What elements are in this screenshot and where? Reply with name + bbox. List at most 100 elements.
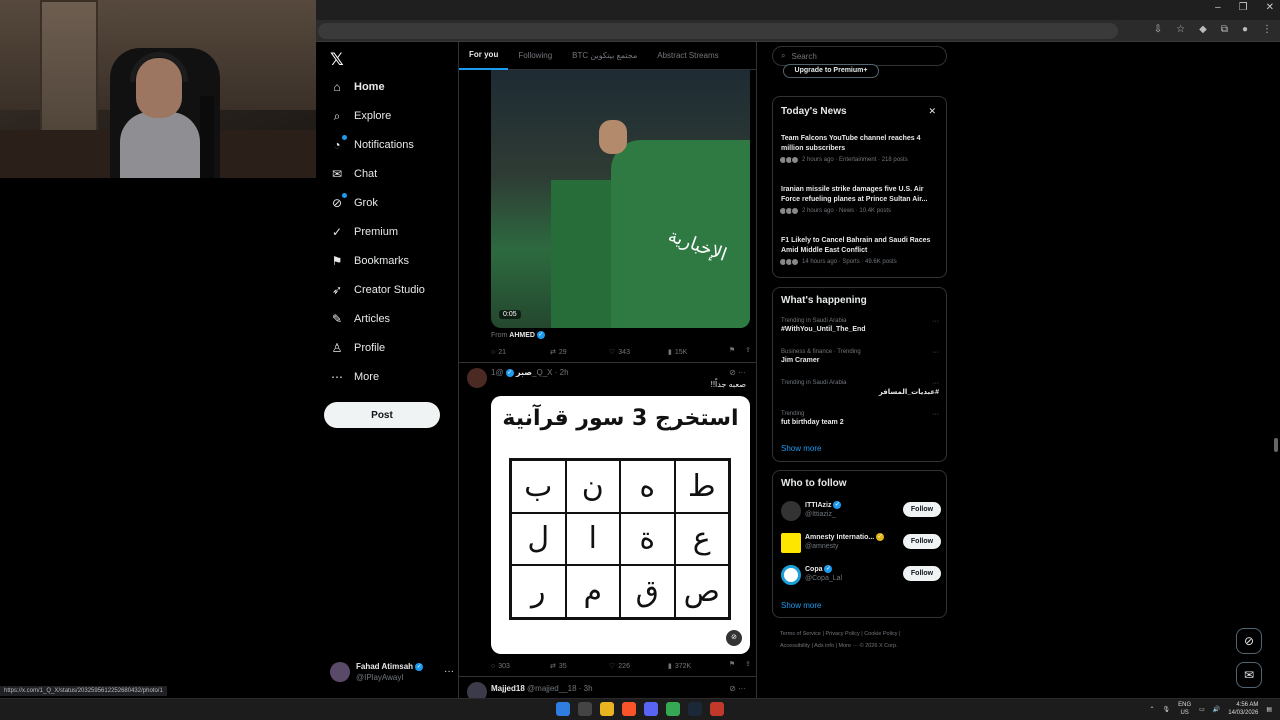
tweet-more-icon[interactable]: ··· [738,368,746,377]
repost-button[interactable]: ⇄ 35 [550,660,609,672]
reply-button[interactable]: ○ 21 [491,346,550,358]
nav-articles[interactable]: ✎ Articles [330,312,390,326]
star-icon[interactable]: ☆ [1176,24,1185,35]
reply-button[interactable]: ○ 303 [491,660,550,672]
post-button[interactable]: Post [324,402,440,428]
follow-button[interactable]: Follow [903,502,941,517]
minimize-icon[interactable]: – [1215,2,1221,13]
like-button[interactable]: ♡ 343 [609,346,668,358]
tweet-time[interactable]: · 2h [555,368,569,377]
tab-abstract-streams[interactable]: Abstract Streams [647,42,728,70]
trend-more-icon[interactable]: ··· [932,380,939,387]
avatar[interactable] [467,368,487,388]
account-more-icon[interactable]: ··· [444,666,454,677]
clock[interactable]: 4:56 AM 14/03/2026 [1228,701,1258,717]
install-icon[interactable]: ⇩ [1154,24,1162,35]
chevron-up-icon[interactable]: ⌃ [1149,706,1154,713]
nav-bookmarks[interactable]: ⚑ Bookmarks [330,254,409,268]
trend-item[interactable]: Trending in Saudi Arabia #WithYou_Until_… [781,318,939,333]
repost-button[interactable]: ⇄ 29 [550,346,609,358]
mic-icon[interactable]: 🎙 [1163,706,1171,713]
trend-item[interactable]: Trending in Saudi Arabia #عبديات_المسافر… [781,380,939,396]
footer-link[interactable]: More ··· [839,643,859,649]
brave-icon[interactable] [622,702,636,716]
follow-suggestion[interactable]: Copa ✓ @Copa_Lal Follow [781,565,941,589]
follow-suggestion[interactable]: ITTIAziz ✓ @Ittiaziz_ Follow [781,501,941,525]
footer-link[interactable]: Ads info [814,643,834,649]
nav-notifications[interactable]: ◔ Notifications [330,135,414,152]
news-item[interactable]: Iranian missile strike damages five U.S.… [779,185,939,215]
grok-image-icon[interactable]: ⊘ [726,630,742,646]
footer-link[interactable]: Terms of Service [780,631,821,637]
scrollbar[interactable] [1274,438,1278,452]
tweet-image[interactable]: استخرج 3 سور قرآنية ب ن ه ط ل ا ة ع ر م … [491,396,750,654]
nav-home[interactable]: ⌂ Home [330,80,384,94]
extensions-puzzle-icon[interactable]: ⧉ [1221,24,1228,35]
footer-link[interactable]: Privacy Policy [825,631,859,637]
search-input[interactable]: ⌕ Search [772,46,947,66]
nav-creator-studio[interactable]: ➶ Creator Studio [330,283,425,297]
trend-item[interactable]: Trending fut birthday team 2 ··· [781,411,939,426]
show-more-link[interactable]: Show more [781,444,821,453]
nav-profile[interactable]: ♙ Profile [330,341,386,355]
news-item[interactable]: Team Falcons YouTube channel reaches 4 m… [779,134,939,164]
url-input[interactable] [318,23,1118,39]
steam-icon[interactable] [688,702,702,716]
nav-explore[interactable]: ⌕ Explore [330,109,392,123]
nav-premium[interactable]: ✓ Premium [330,225,398,239]
footer-link[interactable]: Accessibility [780,643,810,649]
trend-more-icon[interactable]: ··· [932,349,939,356]
start-icon[interactable] [556,702,570,716]
app-icon[interactable] [710,702,724,716]
chrome-icon[interactable] [666,702,680,716]
tab-for-you[interactable]: For you [459,42,509,70]
views-button[interactable]: ▮ 372K [668,660,727,672]
bookmark-icon[interactable]: ⚑ [729,346,735,358]
nav-chat[interactable]: ✉ Chat [330,167,377,181]
tweet-author-name[interactable]: Majjed18 [491,684,525,693]
close-icon[interactable]: ✕ [928,106,936,117]
grok-floating-button[interactable]: ⊘ [1236,628,1262,654]
show-more-link[interactable]: Show more [781,601,821,610]
trend-more-icon[interactable]: ··· [932,411,939,418]
search-taskbar-icon[interactable] [578,702,592,716]
network-icon[interactable]: ▭ [1199,706,1205,713]
views-button[interactable]: ▮ 15K [668,346,727,358]
news-item[interactable]: F1 Likely to Cancel Bahrain and Saudi Ra… [779,236,939,266]
extension-icon[interactable]: ◆ [1199,24,1207,35]
from-name[interactable]: AHMED [509,332,535,339]
browser-menu-icon[interactable]: ⋮ [1262,24,1272,35]
trend-more-icon[interactable]: ··· [932,318,939,325]
share-icon[interactable]: ⇪ [745,346,751,358]
follow-button[interactable]: Follow [903,566,941,581]
footer-link[interactable]: Cookie Policy [864,631,897,637]
like-button[interactable]: ♡ 226 [609,660,668,672]
trend-item[interactable]: Business & finance · Trending Jim Cramer… [781,349,939,364]
notification-center-icon[interactable]: ▤ [1266,706,1272,713]
avatar[interactable] [467,682,487,698]
nav-more[interactable]: ⋯ More [330,370,379,384]
follow-button[interactable]: Follow [903,534,941,549]
discord-icon[interactable] [644,702,658,716]
tweet-author-handle[interactable]: @majjed__18 [527,684,576,693]
volume-icon[interactable]: 🔊 [1213,706,1220,713]
grok-icon[interactable]: ⊘ [729,368,736,377]
account-switcher[interactable]: Fahad Atimsah ✓ @IPlayAwayI ··· [330,660,460,690]
nav-grok[interactable]: ⊘ Grok [330,193,378,210]
tweet-more-icon[interactable]: ··· [738,684,746,693]
profile-avatar-icon[interactable]: ● [1242,24,1248,35]
tab-following[interactable]: Following [508,42,562,70]
tweet-time[interactable]: · 3h [579,684,593,693]
follow-suggestion[interactable]: Amnesty Internatio... ✓ @amnesty Follow [781,533,941,557]
messages-floating-button[interactable]: ✉ [1236,662,1262,688]
language-indicator[interactable]: ENG US [1178,701,1191,717]
tab-btc-community[interactable]: BTC مجتمع بيتكوين [562,42,647,70]
x-logo-icon[interactable]: 𝕏 [330,50,344,70]
bookmark-icon[interactable]: ⚑ [729,660,735,672]
file-explorer-icon[interactable] [600,702,614,716]
tweet-video[interactable]: الإخبارية 0:05 [491,70,750,328]
tweet-author-name[interactable]: صبر [516,368,532,377]
upgrade-premium-button[interactable]: Upgrade to Premium+ [783,64,879,78]
close-window-icon[interactable]: ✕ [1266,2,1274,13]
restore-icon[interactable]: ❐ [1239,2,1248,13]
